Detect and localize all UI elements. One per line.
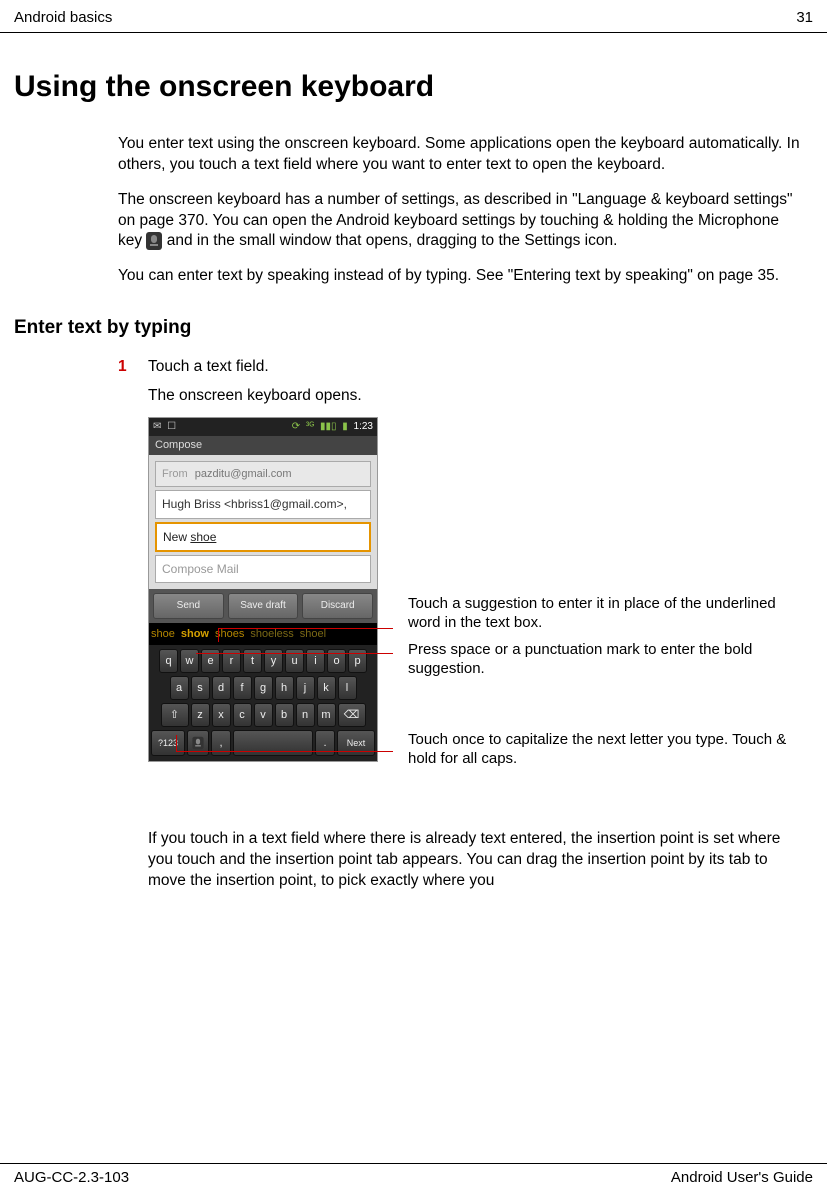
key-b[interactable]: b: [275, 703, 294, 727]
header-left: Android basics: [14, 8, 112, 28]
mail-icon: ✉: [153, 421, 161, 432]
battery-icon: ▮: [342, 421, 348, 432]
space-key[interactable]: [233, 730, 313, 756]
subject-prefix: New: [163, 530, 190, 544]
key-f[interactable]: f: [233, 676, 252, 700]
status-left-icons: ✉ ☐: [153, 420, 179, 434]
callout-line-1: [218, 628, 393, 629]
key-row-4: ?123 , . Next: [151, 730, 375, 756]
footer-left: AUG-CC-2.3-103: [14, 1168, 129, 1188]
button-row: Send Save draft Discard: [149, 589, 377, 623]
intro-para-1: You enter text using the onscreen keyboa…: [118, 134, 803, 176]
key-q[interactable]: q: [159, 649, 178, 673]
suggestion-bar: shoe show shoes shoeless shoel: [149, 623, 377, 646]
key-s[interactable]: s: [191, 676, 210, 700]
key-v[interactable]: v: [254, 703, 273, 727]
from-field[interactable]: From pazditu@gmail.com: [155, 461, 371, 488]
callout-3: Touch once to capitalize the next letter…: [408, 731, 788, 769]
signal-bars-icon: ▮▮▯: [320, 421, 337, 432]
save-draft-button[interactable]: Save draft: [228, 593, 299, 619]
comma-key[interactable]: ,: [211, 730, 231, 756]
callout-1: Touch a suggestion to enter it in place …: [408, 595, 788, 633]
key-l[interactable]: l: [338, 676, 357, 700]
from-value: pazditu@gmail.com: [195, 468, 292, 480]
status-time: 1:23: [354, 421, 373, 432]
footer-right: Android User's Guide: [671, 1168, 813, 1188]
key-j[interactable]: j: [296, 676, 315, 700]
to-field[interactable]: Hugh Briss <hbriss1@gmail.com>,: [155, 490, 371, 518]
key-m[interactable]: m: [317, 703, 336, 727]
phone-screenshot: ✉ ☐ ⟳ ³ᴳ ▮▮▯ ▮ 1:23 Compose From pazditu…: [148, 417, 378, 763]
intro-para-2b: and in the small window that opens, drag…: [167, 232, 618, 249]
send-button[interactable]: Send: [153, 593, 224, 619]
status-bar: ✉ ☐ ⟳ ³ᴳ ▮▮▯ ▮ 1:23: [149, 418, 377, 436]
key-row-2: a s d f g h j k l: [151, 676, 375, 700]
callout-line-2: [196, 653, 393, 654]
section-heading: Enter text by typing: [14, 315, 827, 341]
key-z[interactable]: z: [191, 703, 210, 727]
key-h[interactable]: h: [275, 676, 294, 700]
intro-para-2: The onscreen keyboard has a number of se…: [118, 190, 803, 253]
keyboard: q w e r t y u i o p a s d f g h: [149, 645, 377, 761]
microphone-icon: [146, 232, 162, 250]
subject-word: shoe: [190, 530, 216, 544]
mic-key[interactable]: [187, 730, 209, 756]
symbols-key[interactable]: ?123: [151, 730, 185, 756]
discard-button[interactable]: Discard: [302, 593, 373, 619]
from-label: From: [162, 468, 188, 480]
key-row-3: ⇧ z x c v b n m ⌫: [151, 703, 375, 727]
callout-line-3: [176, 751, 393, 752]
key-c[interactable]: c: [233, 703, 252, 727]
key-n[interactable]: n: [296, 703, 315, 727]
suggestion-2-bold[interactable]: show: [181, 627, 209, 642]
delete-key[interactable]: ⌫: [338, 703, 366, 727]
callout-2: Press space or a punctuation mark to ent…: [408, 641, 788, 679]
microphone-icon-small: [192, 737, 203, 750]
next-key[interactable]: Next: [337, 730, 375, 756]
shift-key[interactable]: ⇧: [161, 703, 189, 727]
chat-icon: ☐: [167, 421, 176, 432]
status-right-icons: ⟳ ³ᴳ ▮▮▯ ▮ 1:23: [289, 420, 373, 434]
header-right: 31: [796, 8, 813, 28]
page-footer: AUG-CC-2.3-103 Android User's Guide: [0, 1163, 827, 1188]
key-k[interactable]: k: [317, 676, 336, 700]
key-a[interactable]: a: [170, 676, 189, 700]
subject-field[interactable]: New shoe: [155, 522, 371, 552]
signal-3g-icon: ³ᴳ: [306, 421, 314, 432]
page-header: Android basics 31: [0, 0, 827, 33]
key-g[interactable]: g: [254, 676, 273, 700]
period-key[interactable]: .: [315, 730, 335, 756]
sync-icon: ⟳: [292, 421, 300, 432]
after-image-para: If you touch in a text field where there…: [148, 829, 805, 892]
step-1: 1 Touch a text field.: [118, 357, 803, 378]
step-result: The onscreen keyboard opens.: [148, 386, 803, 407]
callout-line-1v: [218, 628, 219, 642]
key-x[interactable]: x: [212, 703, 231, 727]
callout-line-3v: [176, 735, 177, 751]
suggestion-1[interactable]: shoe: [151, 627, 175, 642]
key-d[interactable]: d: [212, 676, 231, 700]
step-number: 1: [118, 357, 148, 378]
email-fields: From pazditu@gmail.com Hugh Briss <hbris…: [149, 455, 377, 589]
intro-para-3: You can enter text by speaking instead o…: [118, 266, 803, 287]
compose-title: Compose: [149, 436, 377, 455]
page-title: Using the onscreen keyboard: [14, 67, 827, 108]
compose-body-field[interactable]: Compose Mail: [155, 555, 371, 583]
step-text: Touch a text field.: [148, 357, 803, 378]
